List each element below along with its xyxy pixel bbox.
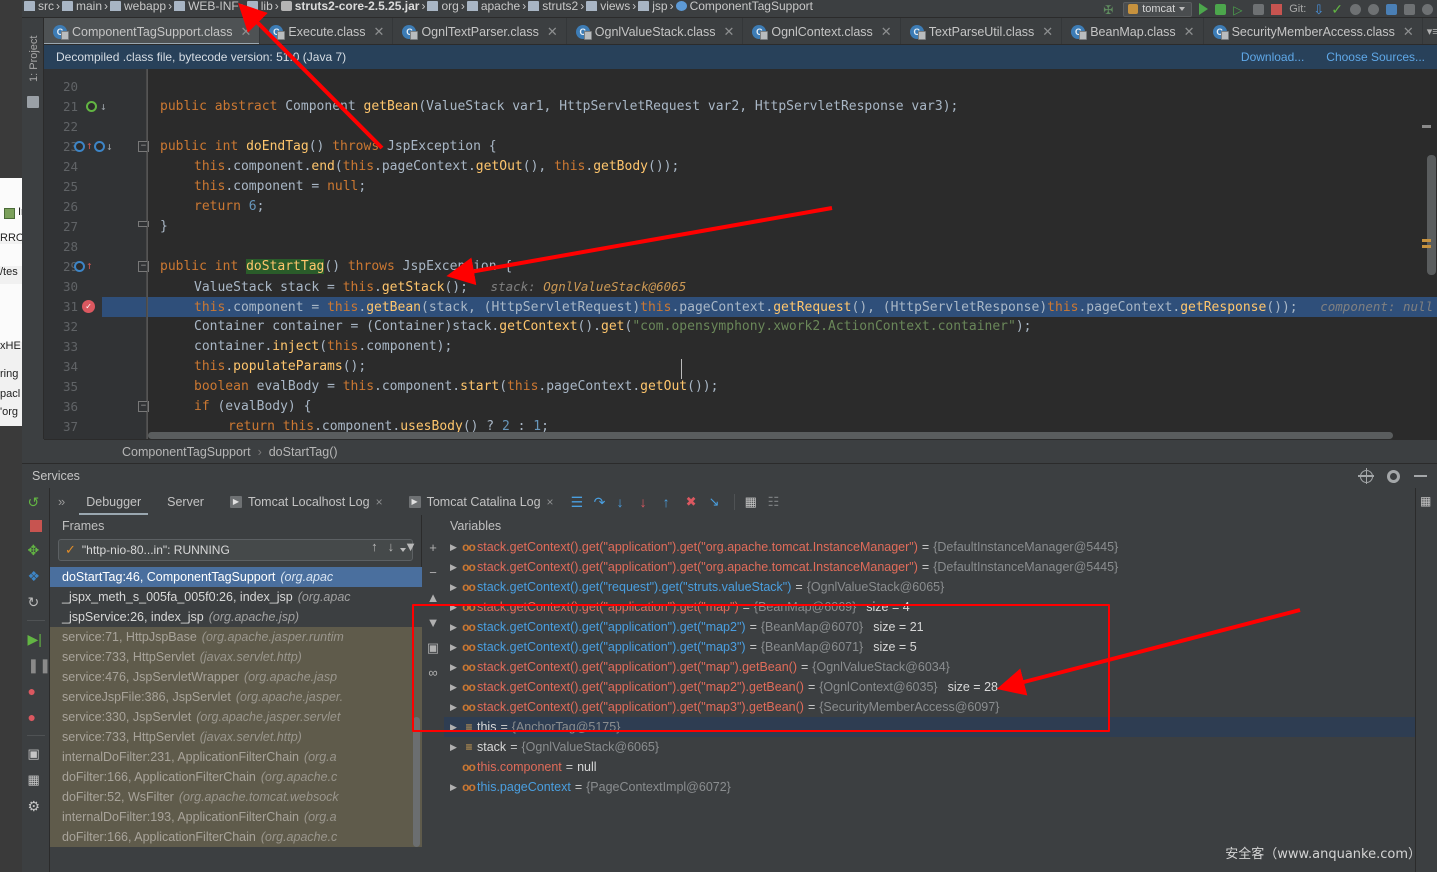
watermark: 安全客（www.anquanke.com） xyxy=(1225,843,1421,862)
arrow-to-variables-box xyxy=(1020,610,1300,683)
annotation-overlay xyxy=(0,0,1437,872)
arrow-to-active-tab xyxy=(255,20,382,148)
arrow-to-code-line xyxy=(470,208,832,272)
